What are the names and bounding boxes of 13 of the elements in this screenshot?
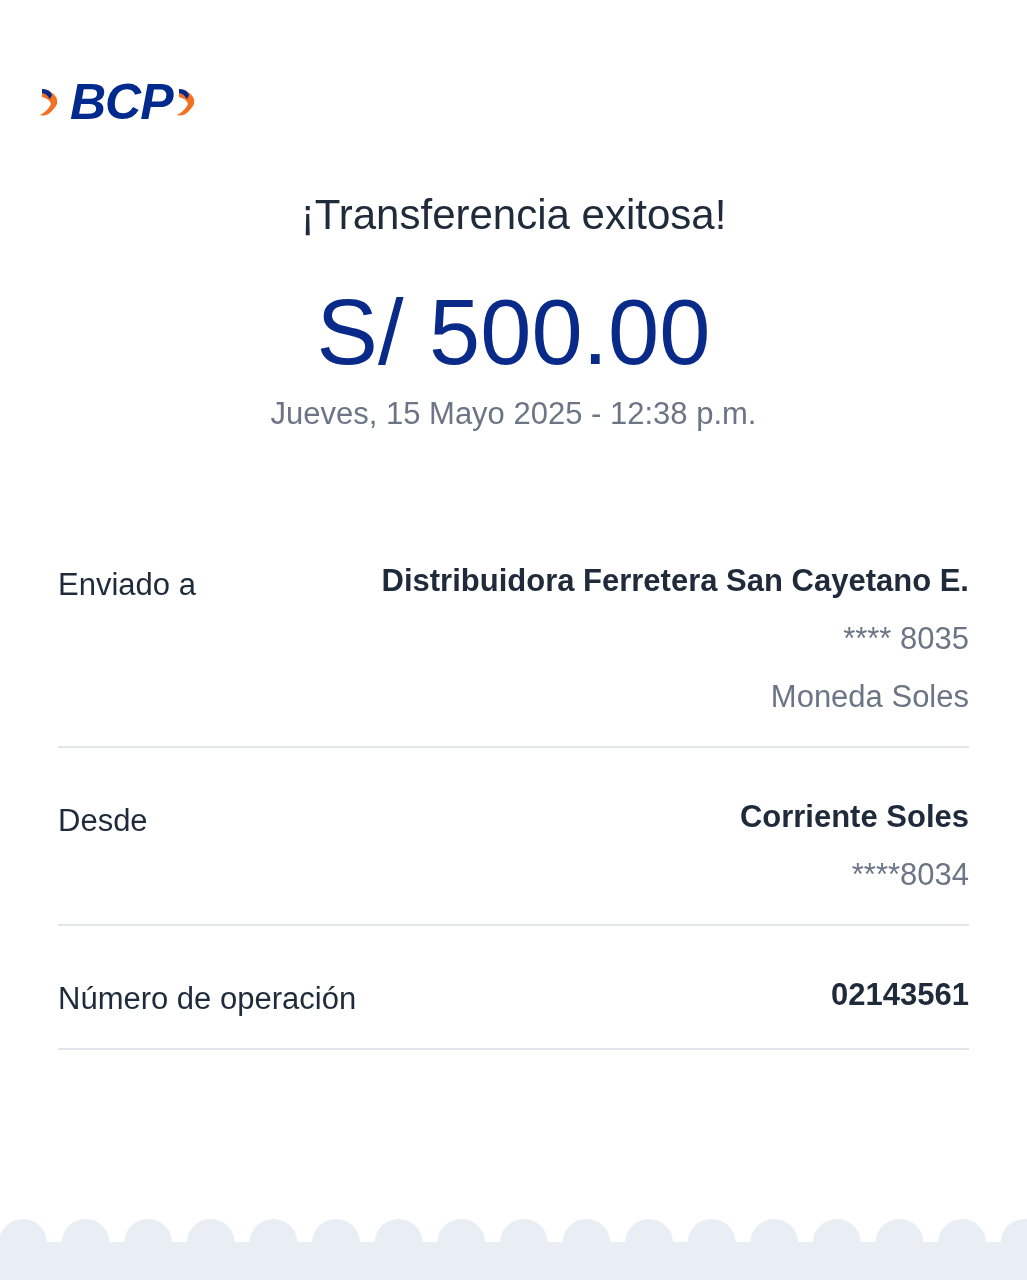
detail-value: Distribuidora Ferretera San Cayetano E. [381,562,969,600]
transfer-datetime: Jueves, 15 Mayo 2025 - 12:38 p.m. [269,395,758,433]
detail-value: Corriente Soles [739,798,969,836]
success-title: ¡Transferencia exitosa! [299,190,728,240]
detail-value: Moneda Soles [770,678,969,716]
logo-text: BCP [70,76,173,128]
detail-value: 02143561 [831,976,969,1014]
detail-label: Número de operación [58,980,357,1018]
transfer-amount: S/ 500.00 [315,282,712,382]
detail-label: Enviado a [58,566,196,604]
detail-value: ****8034 [851,856,969,894]
detail-label: Desde [58,802,148,840]
detail-value: **** 8035 [843,620,969,658]
